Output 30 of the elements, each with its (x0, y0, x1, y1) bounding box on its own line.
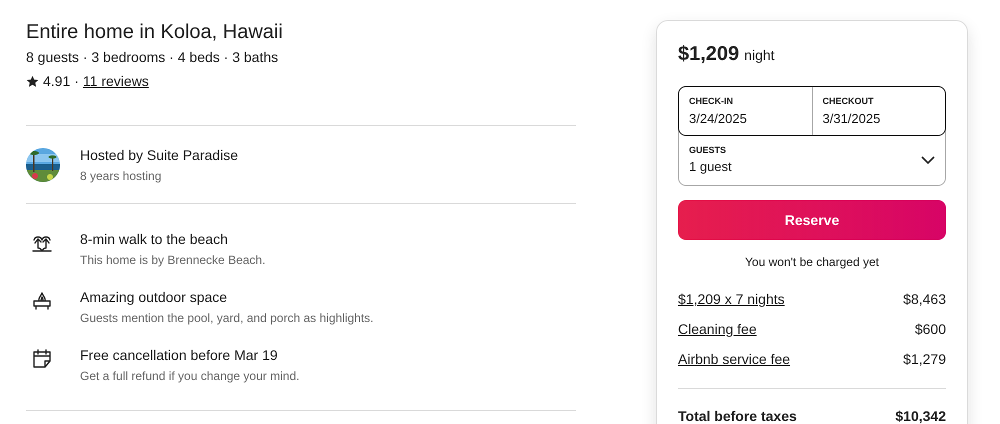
highlight-detail: Guests mention the pool, yard, and porch as highlights. (80, 310, 374, 326)
calendar-icon (32, 348, 52, 368)
guests-dropdown[interactable]: GUESTS 1 guest (679, 136, 945, 185)
fee-label-link[interactable]: $1,209 x 7 nights (678, 290, 785, 308)
host-tenure: 8 years hosting (80, 168, 162, 184)
highlight-detail: This home is by Brennecke Beach. (80, 252, 266, 268)
charge-note: You won't be charged yet (744, 255, 880, 269)
star-icon (26, 74, 39, 88)
fire-pit-icon (32, 290, 52, 310)
listing-details: 8 guests · 3 bedrooms · 4 beds · 3 baths (26, 48, 280, 66)
highlight-title: 8-min walk to the beach (80, 230, 229, 248)
rating-value: 4.91 (43, 72, 70, 90)
reserve-button[interactable]: Reserve (678, 200, 946, 240)
nightly-price: $1,209 (678, 43, 740, 66)
fee-amount: $600 (914, 320, 946, 338)
host-name: Hosted by Suite Paradise (80, 146, 238, 164)
total-label: Total before taxes (678, 408, 797, 424)
reviews-link[interactable]: 11 reviews (82, 72, 149, 90)
total-amount: $10,342 (895, 408, 946, 424)
highlight-detail: Get a full refund if you change your mind. (80, 368, 300, 384)
price-unit: night (744, 47, 775, 63)
highlight-title: Amazing outdoor space (80, 288, 228, 306)
separator: · (74, 72, 79, 90)
listing-title: Entire home in Koloa, Hawaii (26, 20, 284, 44)
chevron-down-icon (921, 155, 935, 165)
fee-label-link[interactable]: Airbnb service fee (678, 350, 790, 368)
highlight-title: Free cancellation before Mar 19 (80, 346, 279, 364)
fee-amount: $1,279 (903, 350, 946, 368)
fee-amount: $8,463 (903, 290, 946, 308)
fee-label-link[interactable]: Cleaning fee (678, 320, 757, 338)
